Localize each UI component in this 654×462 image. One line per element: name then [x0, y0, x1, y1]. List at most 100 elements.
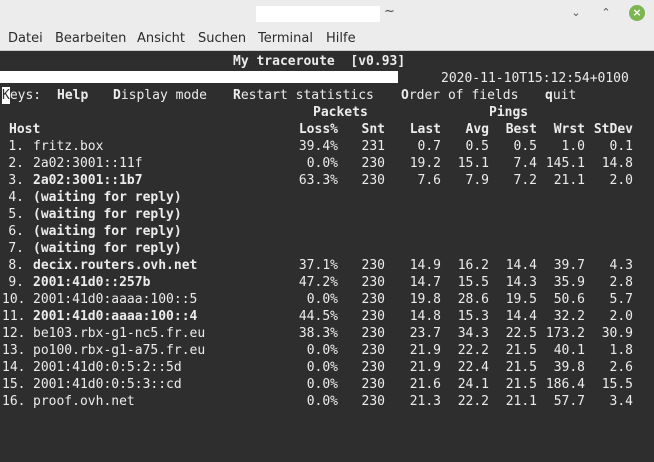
menu-datei[interactable]: Datei [8, 31, 43, 46]
menu-bearbeiten[interactable]: Bearbeiten [55, 31, 126, 46]
hop-host: be103.rbx-g1-nc5.fr.eu [33, 326, 206, 341]
hop-loss [288, 240, 338, 257]
hop-avg: 34.3 [457, 326, 489, 341]
hop-wrst [540, 189, 585, 206]
hop-wrst: 1.0 [561, 139, 585, 154]
hop-snt: 230 [361, 394, 385, 409]
hop-wrst: 173.2 [545, 326, 585, 341]
key-help-label: Help [57, 88, 89, 103]
hop-loss: 63.3% [298, 173, 338, 188]
hop-best: 14.4 [505, 258, 537, 273]
hop-number: 14. [2, 360, 26, 375]
key-restart-label: Restart statistics [233, 88, 374, 103]
hop-stdev: 2.6 [609, 360, 633, 375]
hop-number: 8. [8, 258, 24, 273]
col-avg: Avg [465, 122, 489, 137]
hop-best: 14.3 [505, 275, 537, 290]
hop-loss: 0.0% [306, 377, 338, 392]
key-help[interactable]: Help [57, 87, 88, 104]
hop-best [492, 240, 537, 257]
menu-terminal[interactable]: Terminal [258, 31, 313, 46]
hop-best: 14.4 [505, 309, 537, 324]
menu-bar: Datei Bearbeiten Ansicht Suchen Terminal… [0, 28, 654, 51]
hop-loss: 0.0% [306, 394, 338, 409]
hop-stdev: 4.3 [609, 258, 633, 273]
hop-loss: 38.3% [298, 326, 338, 341]
hop-loss [288, 223, 338, 240]
hop-loss [288, 189, 338, 206]
redacted-host [0, 71, 398, 83]
hop-loss [288, 206, 338, 223]
hop-last: 21.6 [409, 377, 441, 392]
hop-last [396, 206, 441, 223]
hop-wrst [540, 223, 585, 240]
hop-host: 2001:41d0:0:5:2::5d [33, 360, 182, 375]
hop-host: (waiting for reply) [33, 241, 182, 256]
hop-loss: 0.0% [306, 156, 338, 171]
hop-host: 2001:41d0:0:5:3::cd [33, 377, 182, 392]
hop-host: decix.routers.ovh.net [33, 258, 198, 273]
hop-snt: 230 [361, 258, 385, 273]
hop-snt: 230 [361, 309, 385, 324]
hop-snt: 230 [361, 360, 385, 375]
hop-stdev [588, 223, 633, 240]
hop-snt: 230 [361, 275, 385, 290]
hop-avg: 15.1 [457, 156, 489, 171]
menu-suchen[interactable]: Suchen [198, 31, 246, 46]
keys-line: Keys: [2, 87, 41, 104]
hop-best: 21.5 [505, 343, 537, 358]
hop-number: 3. [8, 173, 24, 188]
hop-number: 11. [2, 309, 26, 324]
hop-snt: 230 [361, 173, 385, 188]
hop-number: 10. [2, 292, 26, 307]
menu-hilfe[interactable]: Hilfe [326, 31, 356, 46]
pings-header: Pings [489, 105, 529, 120]
terminal-area[interactable]: My traceroute [v0.93] check LM (2a01:c22… [0, 51, 654, 462]
hop-number: 7. [8, 241, 24, 256]
hop-snt [345, 240, 385, 257]
window-title-suffix: ~ [384, 4, 395, 19]
hop-snt: 230 [361, 326, 385, 341]
hop-last [396, 189, 441, 206]
hop-avg [444, 223, 489, 240]
hop-stdev: 5.7 [609, 292, 633, 307]
key-display-mode[interactable]: Display mode [113, 87, 207, 104]
key-quit[interactable]: quit [545, 87, 576, 104]
hop-snt [345, 189, 385, 206]
hop-stdev: 3.4 [609, 394, 633, 409]
hop-avg: 7.9 [465, 173, 489, 188]
hop-loss: 47.2% [298, 275, 338, 290]
hop-number: 4. [8, 190, 24, 205]
timestamp: 2020-11-10T15:12:54+0100 [441, 71, 629, 86]
hop-stdev [588, 189, 633, 206]
menu-ansicht[interactable]: Ansicht [137, 31, 185, 46]
hop-stdev: 30.9 [601, 326, 633, 341]
hop-number: 1. [8, 139, 24, 154]
hop-last: 23.7 [409, 326, 441, 341]
hop-last [396, 223, 441, 240]
title-bar[interactable]: ~ ⌄ ⌃ × [0, 0, 654, 29]
close-icon[interactable]: × [629, 5, 645, 21]
hop-wrst: 40.1 [553, 343, 585, 358]
hop-host: (waiting for reply) [33, 207, 182, 222]
hop-host: 2001:41d0:aaaa:100::4 [33, 309, 198, 324]
hop-wrst [540, 240, 585, 257]
col-wrst: Wrst [553, 122, 585, 137]
maximize-icon[interactable]: ⌃ [598, 5, 614, 21]
key-restart[interactable]: Restart statistics [233, 87, 374, 104]
hop-last: 21.9 [409, 343, 441, 358]
hop-avg: 22.4 [457, 360, 489, 375]
hop-stdev: 2.8 [609, 275, 633, 290]
hop-host: proof.ovh.net [33, 394, 135, 409]
minimize-icon[interactable]: ⌄ [568, 5, 584, 21]
hop-wrst: 32.2 [553, 309, 585, 324]
key-order[interactable]: Order of fields [401, 87, 518, 104]
hop-loss: 39.4% [298, 139, 338, 154]
col-host: Host [9, 122, 41, 137]
hop-best: 21.5 [505, 377, 537, 392]
hop-number: 16. [2, 394, 26, 409]
hop-avg: 22.2 [457, 394, 489, 409]
hop-avg: 15.5 [457, 275, 489, 290]
hop-wrst: 39.8 [553, 360, 585, 375]
hop-snt [345, 223, 385, 240]
